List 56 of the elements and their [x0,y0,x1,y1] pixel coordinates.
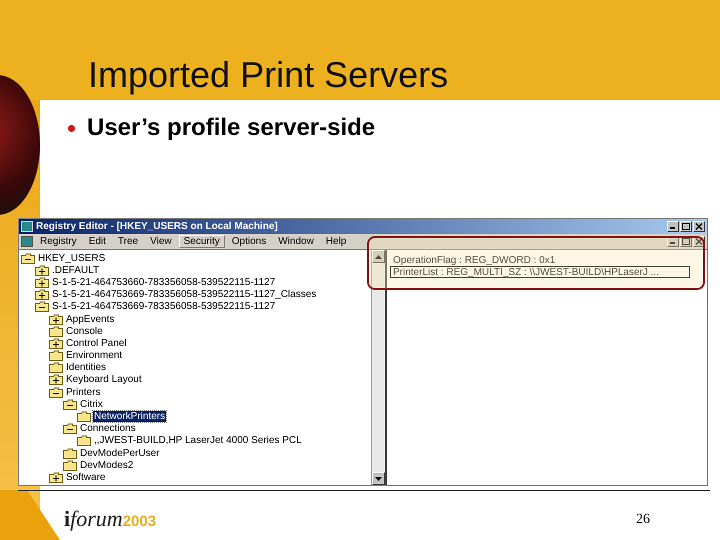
registry-key[interactable]: Keyboard Layout [65,374,143,386]
registry-key[interactable]: Console [65,326,104,337]
maximize-button[interactable] [680,236,692,247]
scrollbar[interactable] [371,250,385,485]
registry-value[interactable]: OperationFlag : REG_DWORD : 0x1 [390,254,690,266]
registry-key[interactable]: Connections [79,423,137,434]
folder-icon [63,460,77,471]
registry-key[interactable]: AppEvents [65,314,116,325]
registry-key[interactable]: .DEFAULT [51,264,100,276]
registry-key[interactable]: DevModes2 [79,460,134,471]
minimize-button[interactable] [667,221,679,232]
page-number: 26 [636,512,650,529]
close-icon [695,238,703,245]
registry-key[interactable]: S-1-5-21-464753669-783356058-539522115-1127_Classes [51,289,318,300]
registry-key[interactable]: Environment [65,350,124,362]
registry-key[interactable]: Citrix [79,398,104,410]
menu-item[interactable]: Options [226,235,272,248]
folder-icon [63,448,77,459]
bullet-text: User’s profile server-side [87,114,376,142]
maximize-button[interactable] [680,221,692,232]
app-icon [21,221,33,232]
menu-item[interactable]: Registry [35,235,82,248]
up-arrow-icon [375,254,382,258]
registry-value[interactable]: PrinterList : REG_MULTI_SZ : \\JWEST-BUILD\HPLaserJ ... [390,266,690,278]
bullet-dot [68,124,75,132]
close-button[interactable] [693,236,705,247]
registry-key[interactable]: Control Panel [65,338,128,349]
menu-item[interactable]: Help [320,235,352,248]
logo: iforum2003 [64,506,156,532]
close-icon [695,223,703,230]
registry-key[interactable]: Software [65,472,106,483]
registry-key[interactable]: DevModePerUser [79,448,160,459]
registry-key[interactable]: Printers [65,386,102,398]
registry-key[interactable]: NetworkPrinters [93,411,166,422]
close-button[interactable] [693,221,705,232]
menu-item[interactable]: View [145,235,177,248]
folder-icon [77,411,91,422]
corner-shape [0,490,60,540]
menu-item[interactable]: Edit [84,235,111,248]
slide-title: Imported Print Servers [88,54,448,96]
menu-item[interactable]: Tree [112,235,144,248]
menu-item[interactable]: Security [178,235,225,248]
minimize-button[interactable] [667,236,679,247]
folder-icon [49,362,63,374]
registry-key[interactable]: S-1-5-21-464753660-783356058-539522115-1127 [51,276,276,288]
window-title: Registry Editor - [HKEY_USERS on Local Machine] [36,221,279,232]
folder-icon [77,435,91,446]
menu-item[interactable]: Window [273,235,319,248]
registry-key[interactable]: ,,JWEST-BUILD,HP LaserJet 4000 Series PCL [93,435,303,446]
registry-key[interactable]: Identities [65,362,108,374]
app-icon [21,236,33,247]
folder-icon [49,326,63,337]
registry-key[interactable]: S-1-5-21-464753669-783356058-539522115-1127 [51,301,276,312]
registry-key[interactable]: HKEY_USERS [37,252,106,264]
down-arrow-icon [375,476,382,480]
folder-icon [49,350,63,362]
